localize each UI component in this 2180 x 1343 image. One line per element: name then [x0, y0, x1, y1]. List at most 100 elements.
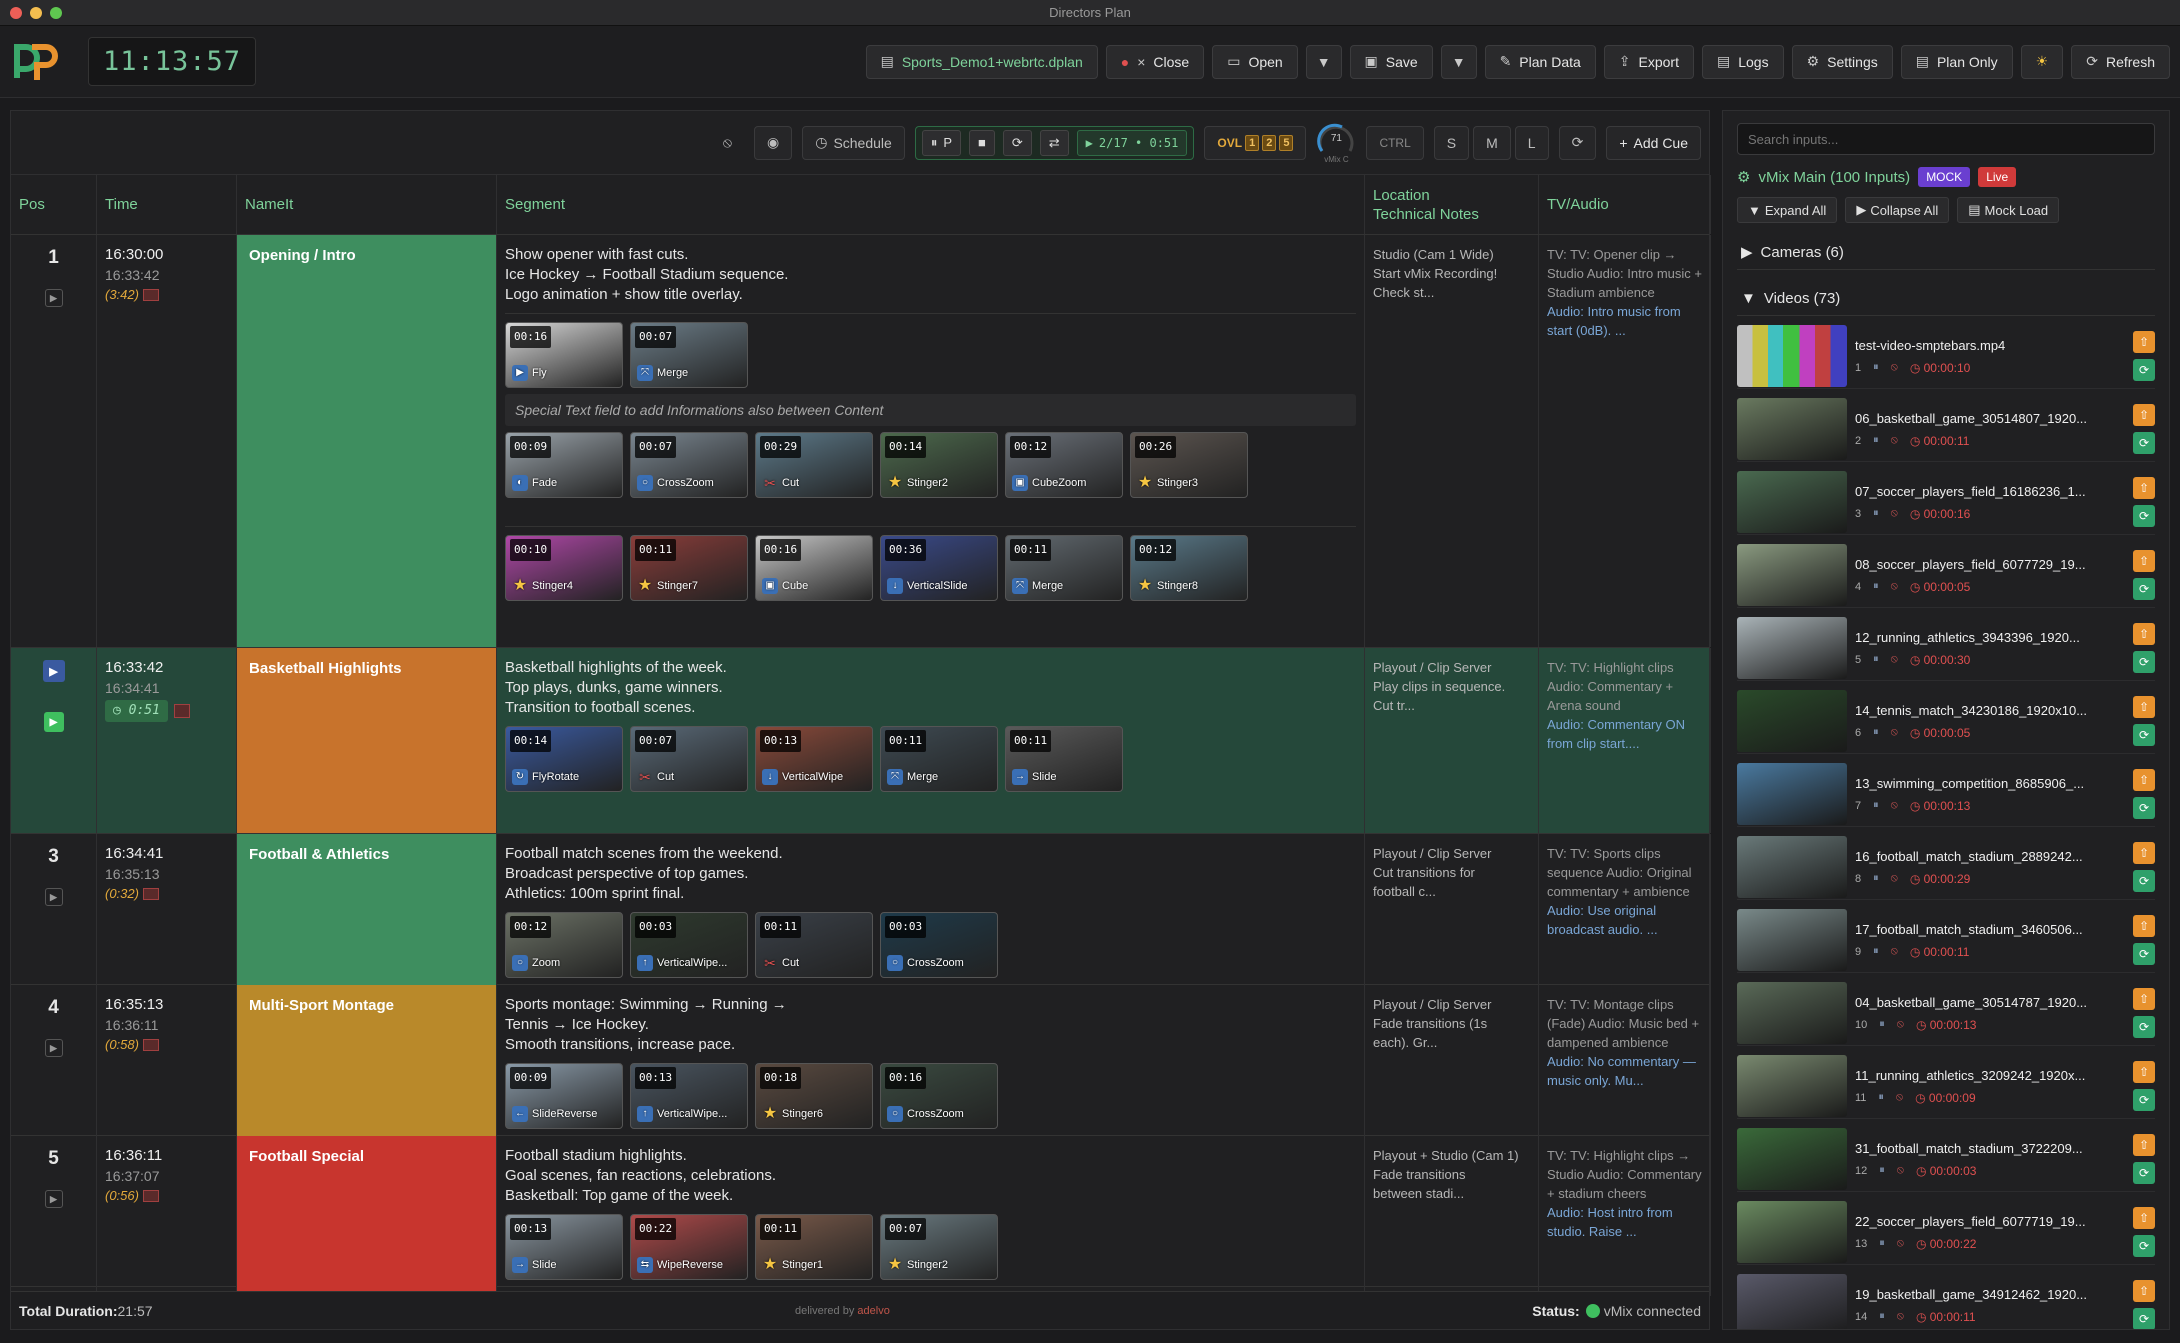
schedule-button[interactable]: ◷ Schedule [802, 125, 905, 160]
clip-thumbnail[interactable]: 00:16 ▣ Cube [755, 535, 873, 601]
row-name[interactable]: Multi-Sport Montage [237, 985, 497, 1145]
expand-all-button[interactable]: ▼ Expand All [1737, 197, 1838, 223]
play-icon[interactable]: ▶ [42, 660, 65, 682]
video-input-item[interactable]: 16_football_match_stadium_2889242... 8 ⏸… [1737, 835, 2155, 900]
table-row[interactable]: 3 ▶ 16:34:41 16:35:13 (0:32) Football & Athl… [11, 834, 1711, 994]
row-location-notes[interactable]: Playout + Studio (Cam 1) Fade transition… [1365, 1136, 1539, 1296]
video-input-item[interactable]: 19_basketball_game_34912462_1920... 14 ⏸… [1737, 1273, 2155, 1329]
clip-thumbnail[interactable]: 00:26 ★ Stinger3 [1130, 432, 1248, 498]
clip-thumbnail[interactable]: 00:16 ○ CrossZoom [880, 1063, 998, 1129]
clip-thumbnail[interactable]: 00:14 ↻ FlyRotate [505, 726, 623, 792]
clip-thumbnail[interactable]: 00:14 ★ Stinger2 [880, 432, 998, 498]
clip-thumbnail[interactable]: 00:07 ⤧ Merge [630, 322, 748, 388]
video-input-item[interactable]: 06_basketball_game_30514807_1920... 2 ⏸ … [1737, 397, 2155, 462]
save-button[interactable]: ▣ Save [1349, 44, 1433, 79]
clip-thumbnail[interactable]: 00:09 ◐ Fade [505, 432, 623, 498]
row-location-notes[interactable]: Playout / Clip Server Cut transitions fo… [1365, 834, 1539, 994]
refresh-icon[interactable]: ⟳ [2133, 432, 2155, 454]
col-segment[interactable]: Segment [497, 175, 1365, 234]
play-cue-icon[interactable]: ▶ [44, 289, 63, 307]
video-input-item[interactable]: 11_running_athletics_3209242_1920x... 11… [1737, 1054, 2155, 1119]
theme-toggle-button[interactable]: ☀ [2020, 44, 2064, 79]
refresh-icon[interactable]: ⟳ [2133, 797, 2155, 819]
video-thumbnail[interactable] [1737, 836, 1847, 898]
video-thumbnail[interactable] [1737, 1128, 1847, 1190]
col-time[interactable]: Time [97, 175, 237, 234]
mock-badge[interactable]: MOCK [1918, 167, 1971, 187]
clip-thumbnail[interactable]: 00:10 ★ Stinger4 [505, 535, 623, 601]
refresh-icon[interactable]: ⟳ [2133, 870, 2155, 892]
calendar-icon[interactable] [143, 289, 160, 302]
row-tv-audio[interactable]: TV: TV: Highlight clips Audio: Commentar… [1539, 648, 1711, 833]
row-tv-audio[interactable]: TV: TV: Opener clip → Studio Audio: Intr… [1539, 235, 1711, 647]
video-thumbnail[interactable] [1737, 544, 1847, 606]
refresh-button[interactable]: ⟳ Refresh [2071, 44, 2170, 79]
add-to-cue-icon[interactable]: ⇧ [2133, 550, 2155, 572]
video-input-item[interactable]: test-video-smptebars.mp4 1 ⏸ ⦸ ◷ 00:00:1… [1737, 324, 2155, 389]
refresh-icon[interactable]: ⟳ [2133, 1308, 2155, 1329]
clip-thumbnail[interactable]: 00:13 → Slide [505, 1214, 623, 1280]
collapse-all-button[interactable]: ▶ Collapse All [1845, 197, 1950, 223]
video-thumbnail[interactable] [1737, 909, 1847, 971]
row-segment[interactable]: Basketball highlights of the week. Top pl… [497, 648, 1365, 833]
row-location-notes[interactable]: Playout / Clip Server Play clips in sequ… [1365, 648, 1539, 833]
cameras-section[interactable]: ▶ Cameras (6) [1737, 235, 2155, 270]
plan-data-button[interactable]: ✎ Plan Data [1484, 44, 1596, 79]
play-cue-icon[interactable]: ▶ [44, 1039, 63, 1057]
open-button[interactable]: ▭ Open [1212, 44, 1298, 79]
clip-thumbnail[interactable]: 00:11 ★ Stinger1 [755, 1214, 873, 1280]
clip-thumbnail[interactable]: 00:29 ✂ Cut [755, 432, 873, 498]
pause-button[interactable]: ⏸ P [921, 129, 961, 156]
add-to-cue-icon[interactable]: ⇧ [2133, 404, 2155, 426]
clip-thumbnail[interactable]: 00:07 ○ CrossZoom [630, 432, 748, 498]
clip-thumbnail[interactable]: 00:13 ↓ VerticalWipe [755, 726, 873, 792]
clip-thumbnail[interactable]: 00:18 ★ Stinger6 [755, 1063, 873, 1129]
add-to-cue-icon[interactable]: ⇧ [2133, 1134, 2155, 1156]
clip-thumbnail[interactable]: 00:16 ▶ Fly [505, 322, 623, 388]
open-dropdown-button[interactable]: ▼ [1305, 44, 1342, 79]
refresh-icon[interactable]: ⟳ [2133, 1016, 2155, 1038]
add-to-cue-icon[interactable]: ⇧ [2133, 769, 2155, 791]
clip-thumbnail[interactable]: 00:12 ★ Stinger8 [1130, 535, 1248, 601]
sync-button[interactable]: ⇄ [1039, 129, 1069, 156]
clip-thumbnail[interactable]: 00:07 ✂ Cut [630, 726, 748, 792]
add-to-cue-icon[interactable]: ⇧ [2133, 842, 2155, 864]
calendar-icon[interactable] [143, 1190, 160, 1203]
maximize-window-icon[interactable] [50, 6, 62, 19]
plan-only-button[interactable]: ▤ Plan Only [1900, 44, 2013, 79]
refresh-icon[interactable]: ⟳ [2133, 943, 2155, 965]
row-name[interactable]: Football & Athletics [237, 834, 497, 994]
refresh-icon[interactable]: ⟳ [2133, 1235, 2155, 1257]
clip-thumbnail[interactable]: 00:11 ★ Stinger7 [630, 535, 748, 601]
video-thumbnail[interactable] [1737, 763, 1847, 825]
refresh-icon[interactable]: ⟳ [2133, 505, 2155, 527]
add-to-cue-icon[interactable]: ⇧ [2133, 696, 2155, 718]
clip-thumbnail[interactable]: 00:13 ↑ VerticalWipe... [630, 1063, 748, 1129]
clip-thumbnail[interactable]: 00:03 ↑ VerticalWipe... [630, 912, 748, 978]
clip-thumbnail[interactable]: 00:03 ○ CrossZoom [880, 912, 998, 978]
row-location-notes[interactable]: Playout / Clip Server Fade transitions (… [1365, 985, 1539, 1145]
video-input-item[interactable]: 17_football_match_stadium_3460506... 9 ⏸… [1737, 908, 2155, 973]
add-to-cue-icon[interactable]: ⇧ [2133, 915, 2155, 937]
row-tv-audio[interactable]: TV: TV: Highlight clips → Studio Audio: … [1539, 1136, 1711, 1296]
export-button[interactable]: ⇪ Export [1603, 44, 1694, 79]
close-button[interactable]: ● × Close [1105, 44, 1205, 79]
special-text-field[interactable]: Special Text field to add Informations a… [505, 394, 1356, 426]
overlay-indicator[interactable]: OVL 1 2 5 [1204, 125, 1307, 160]
video-thumbnail[interactable] [1737, 1201, 1847, 1263]
row-segment[interactable]: Show opener with fast cuts. Ice Hockey → … [497, 235, 1365, 647]
ctrl-button[interactable]: CTRL [1366, 125, 1424, 160]
clip-thumbnail[interactable]: 00:11 ✂ Cut [755, 912, 873, 978]
refresh-icon[interactable]: ⟳ [2133, 578, 2155, 600]
loop-button[interactable]: ⟳ [1002, 129, 1032, 156]
clip-thumbnail[interactable]: 00:09 ← SlideReverse [505, 1063, 623, 1129]
add-to-cue-icon[interactable]: ⇧ [2133, 1061, 2155, 1083]
clip-thumbnail[interactable]: 00:36 ↓ VerticalSlide [880, 535, 998, 601]
minimize-window-icon[interactable] [30, 6, 42, 19]
mock-load-button[interactable]: ▤ Mock Load [1957, 197, 2060, 223]
stop-button[interactable]: ■ [969, 129, 995, 156]
clip-thumbnail[interactable]: 00:07 ★ Stinger2 [880, 1214, 998, 1280]
video-input-item[interactable]: 08_soccer_players_field_6077729_19... 4 … [1737, 543, 2155, 608]
calendar-icon[interactable] [143, 1039, 160, 1052]
close-window-icon[interactable] [10, 6, 22, 19]
